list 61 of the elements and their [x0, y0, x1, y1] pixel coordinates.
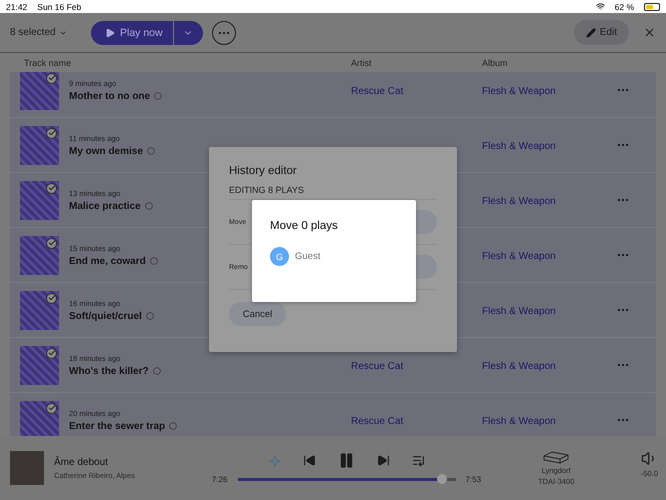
progress-thumb[interactable] [437, 474, 448, 484]
circle-icon [146, 312, 154, 320]
elapsed-time: 7:26 [212, 475, 228, 484]
more-button[interactable] [212, 20, 236, 44]
row-checkbox[interactable] [46, 182, 57, 194]
user-avatar: G [270, 247, 289, 266]
circle-icon [146, 147, 155, 155]
row-checkbox[interactable] [46, 72, 57, 84]
status-time: 21:42 [6, 2, 28, 12]
total-time: 7:53 [466, 475, 482, 484]
album-link[interactable]: Flesh & Weapon [482, 361, 556, 372]
play-icon [105, 28, 115, 38]
row-checkbox[interactable] [46, 348, 57, 358]
circle-icon [144, 202, 153, 210]
battery-percentage: 62 % [614, 2, 634, 12]
cover-placeholder [10, 451, 44, 485]
circle-icon [152, 367, 161, 375]
row-checkbox[interactable] [46, 402, 57, 414]
status-date: Sun 16 Feb [37, 2, 82, 12]
battery-icon [644, 2, 660, 10]
wifi-icon [596, 2, 605, 11]
edit-button[interactable]: Edit [574, 20, 629, 45]
circle-icon [150, 257, 158, 265]
album-link[interactable]: Flesh & Weapon [482, 416, 556, 427]
amplifier-icon[interactable] [542, 450, 570, 464]
album-link[interactable]: Flesh & Weapon [482, 306, 556, 317]
circle-icon [154, 92, 162, 100]
artist-link[interactable]: Rescue Cat [351, 361, 404, 372]
album-link[interactable]: Flesh & Weapon [482, 196, 556, 207]
column-header: Artist [351, 58, 373, 68]
row-checkbox[interactable] [46, 238, 57, 248]
album-link[interactable]: Flesh & Weapon [482, 86, 556, 97]
track-title: Who's the killer? [69, 366, 149, 376]
queue-icon[interactable] [412, 454, 424, 467]
dialog-title: Move 0 plays [270, 220, 339, 232]
track-title: My own demise [69, 146, 143, 156]
play-options-button[interactable] [172, 20, 203, 44]
album-link[interactable]: Flesh & Weapon [482, 251, 556, 262]
next-icon[interactable] [376, 454, 390, 467]
circle-icon [169, 422, 178, 430]
cancel-button[interactable]: Cancel [229, 302, 286, 326]
track-title: End me, coward [69, 256, 146, 266]
column-header: Track name [23, 58, 72, 68]
track-title: Enter the sewer trap [69, 420, 166, 432]
column-header: Album [482, 58, 509, 68]
track-title: Soft/quiet/cruel [69, 310, 142, 322]
selection-dropdown[interactable]: 8 selected [10, 27, 91, 38]
track-title: Mother to no one [69, 90, 150, 102]
pencil-icon [586, 28, 596, 38]
album-link[interactable]: Flesh & Weapon [482, 141, 556, 152]
play-now-button[interactable]: Play now [91, 20, 173, 44]
row-checkbox[interactable] [46, 292, 57, 304]
now-playing-title: Âme debout [54, 456, 109, 468]
previous-icon[interactable] [302, 454, 316, 467]
track-title: Malice practice [69, 200, 141, 212]
user-name[interactable]: Guest [295, 251, 320, 262]
artist-link[interactable]: Rescue Cat [351, 416, 404, 427]
row-checkbox[interactable] [46, 128, 57, 138]
dialog-title: History editor [229, 165, 298, 177]
close-icon[interactable] [643, 26, 656, 39]
artist-link[interactable]: Rescue Cat [351, 86, 404, 97]
